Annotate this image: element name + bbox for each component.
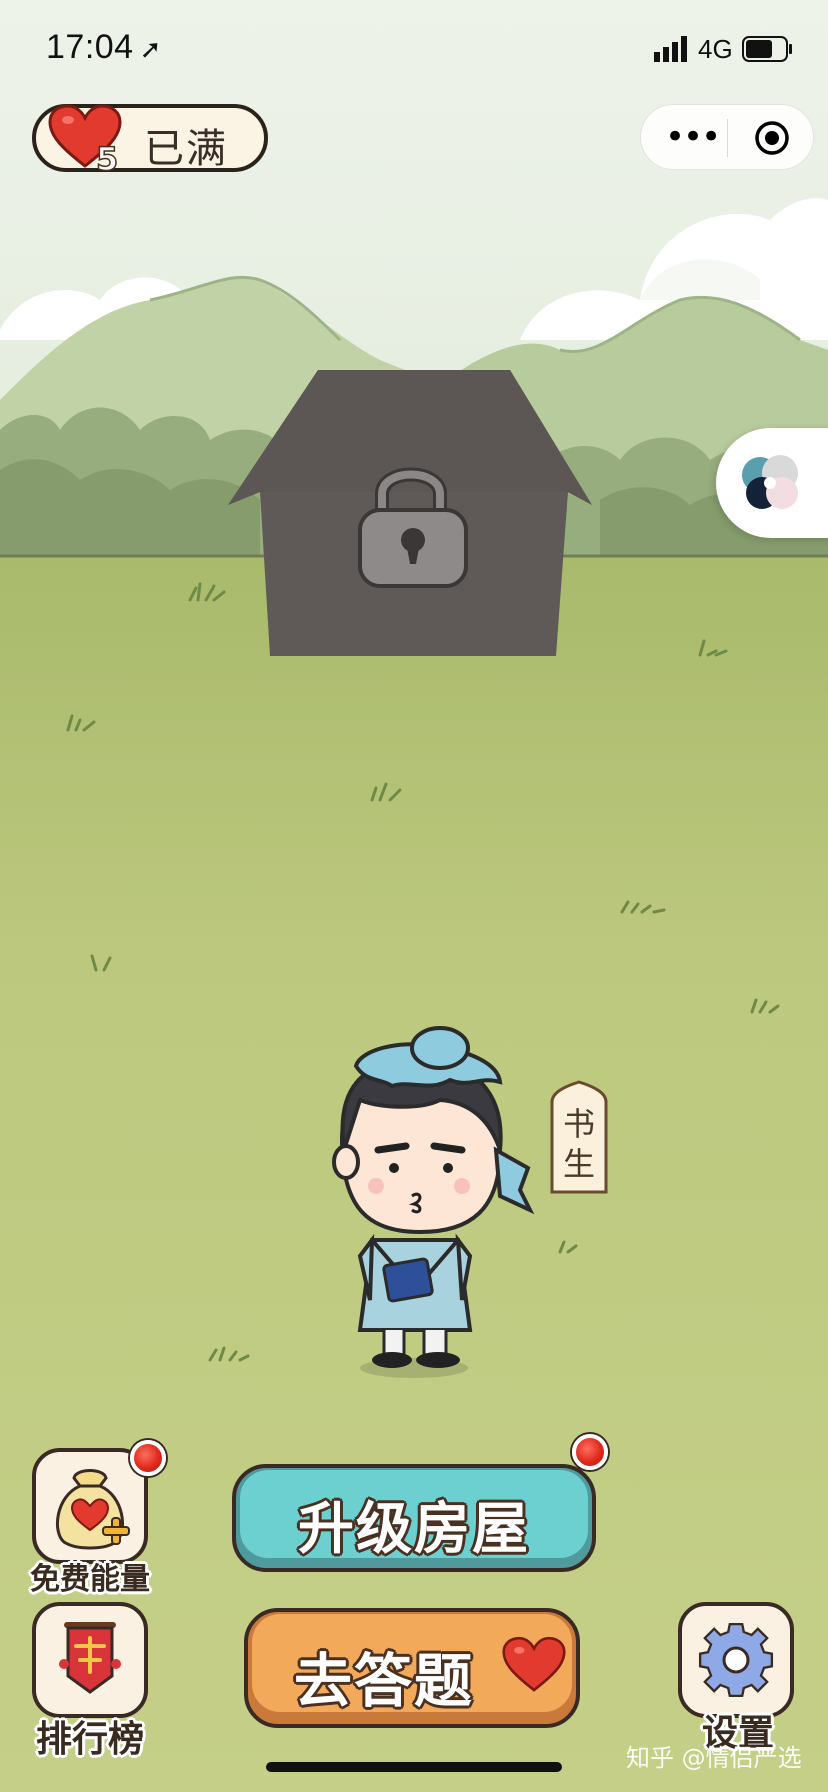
banner-icon (59, 1622, 121, 1694)
leaderboard-label: 排行榜 (35, 1719, 144, 1760)
character-title-char-2: 生 (562, 1145, 595, 1183)
answer-heart-icon (502, 1636, 566, 1692)
upgrade-house-badge (572, 1434, 608, 1470)
answer-button[interactable]: 去答题 (244, 1608, 580, 1728)
energy-status: 已满 (144, 126, 228, 172)
free-energy-label: 免费能量 (30, 1562, 150, 1597)
watermark: 知乎 @情侣严选 (626, 1744, 802, 1772)
upgrade-house-label: 升级房屋 (298, 1497, 530, 1562)
more-icon[interactable]: ••• (665, 117, 721, 157)
target-icon[interactable] (753, 119, 791, 157)
location-arrow-icon: ➚ (139, 34, 162, 64)
status-time: 17:04 ➚ (46, 28, 162, 67)
floating-widget[interactable] (716, 428, 828, 538)
leaderboard-button[interactable] (32, 1602, 148, 1718)
energy-count: 5 (95, 139, 119, 179)
clock: 17:04 (46, 28, 134, 66)
settings-button[interactable] (678, 1602, 794, 1718)
signal-icon (654, 36, 687, 62)
battery-icon (742, 36, 792, 62)
pinwheel-icon (742, 455, 798, 509)
capsule-divider (727, 119, 728, 157)
money-bag-icon (55, 1469, 130, 1550)
miniprogram-capsule: ••• (640, 104, 814, 170)
answer-label: 去答题 (294, 1647, 475, 1715)
home-indicator[interactable] (266, 1762, 562, 1772)
free-energy-badge (130, 1440, 166, 1476)
gear-icon (698, 1622, 774, 1698)
character-title: 书 生 (556, 1104, 602, 1184)
network-type: 4G (698, 34, 733, 64)
upgrade-house-button[interactable]: 升级房屋 (232, 1464, 596, 1572)
character-title-char-1: 书 (562, 1105, 595, 1143)
